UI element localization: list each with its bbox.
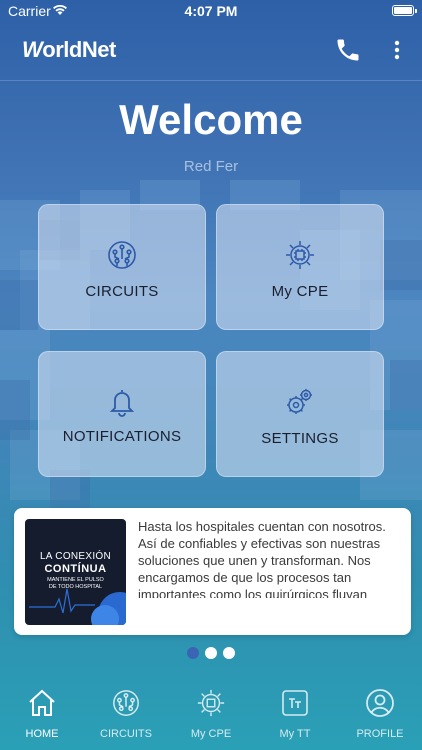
circuit-icon [108, 241, 136, 269]
home-icon [29, 689, 55, 716]
app-logo: WorldNet [22, 37, 116, 62]
nav-my-tt[interactable]: My TT [253, 682, 337, 750]
nav-label: CIRCUITS [100, 728, 152, 740]
thumb-line1: LA CONEXIÓN [39, 551, 112, 562]
tile-label: NOTIFICATIONS [62, 428, 182, 445]
nav-my-cpe[interactable]: My CPE [169, 682, 253, 750]
more-vertical-icon[interactable] [390, 38, 404, 62]
carousel-dot[interactable] [205, 647, 217, 659]
bell-icon [109, 390, 135, 417]
tile-circuits[interactable]: CIRCUITS [38, 204, 206, 330]
user-name: Red Fer [183, 158, 239, 175]
news-text: Hasta los hospitales cuentan con nosotro… [138, 519, 386, 598]
nav-label: My TT [279, 728, 311, 740]
nav-label: HOME [25, 728, 59, 740]
cpu-gear-icon [197, 689, 225, 717]
tile-settings[interactable]: SETTINGS [216, 351, 384, 477]
gears-icon [287, 389, 312, 414]
circuit-icon [113, 690, 139, 716]
tile-notifications[interactable]: NOTIFICATIONS [38, 351, 206, 477]
ticket-icon [282, 690, 308, 716]
nav-label: PROFILE [356, 728, 404, 740]
bottom-nav: HOME CIRCUITS My CPE My TT PROFILE [0, 682, 422, 750]
nav-label: My CPE [190, 728, 232, 740]
carousel-dot[interactable] [187, 647, 199, 659]
news-thumbnail: LA CONEXIÓN CONTÍNUA MANTIENE EL PULSO D… [25, 519, 126, 625]
tile-label: CIRCUITS [85, 283, 159, 300]
tile-label: SETTINGS [261, 430, 339, 447]
battery-icon [392, 5, 417, 16]
news-card[interactable]: LA CONEXIÓN CONTÍNUA MANTIENE EL PULSO D… [14, 508, 411, 635]
carousel-indicator [0, 646, 422, 659]
nav-circuits[interactable]: CIRCUITS [84, 682, 168, 750]
welcome-title: Welcome [119, 96, 303, 143]
status-bar: Carrier 4:07 PM [0, 0, 422, 24]
user-icon [366, 689, 394, 717]
phone-icon[interactable] [334, 36, 362, 64]
tile-label: My CPE [271, 283, 329, 300]
app-header: WorldNet [0, 24, 422, 81]
nav-home[interactable]: HOME [0, 682, 84, 750]
thumb-line3: MANTIENE EL PULSO DE TODO HOSPITAL [47, 577, 104, 590]
cpu-gear-icon [286, 241, 314, 269]
status-time: 4:07 PM [184, 3, 238, 19]
tile-my-cpe[interactable]: My CPE [216, 204, 384, 330]
nav-profile[interactable]: PROFILE [338, 682, 422, 750]
thumb-line2: CONTÍNUA [44, 563, 107, 575]
carousel-dot[interactable] [223, 647, 235, 659]
